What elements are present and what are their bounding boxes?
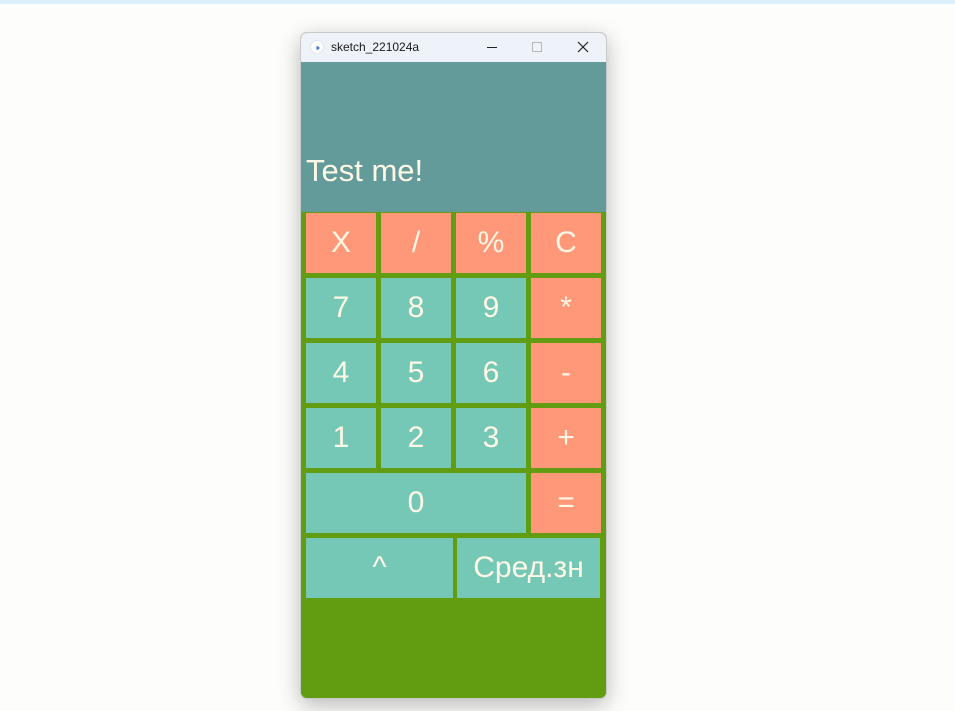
digit-5-button[interactable]: 5 — [381, 343, 451, 403]
digit-6-button[interactable]: 6 — [456, 343, 526, 403]
digit-0-button[interactable]: 0 — [306, 473, 526, 533]
digit-8-button[interactable]: 8 — [381, 278, 451, 338]
minimize-icon — [487, 47, 497, 48]
processing-play-icon — [310, 40, 324, 54]
digit-4-button[interactable]: 4 — [306, 343, 376, 403]
close-button[interactable] — [560, 33, 605, 62]
window-title: sketch_221024a — [331, 40, 420, 54]
window-titlebar[interactable]: sketch_221024a — [301, 33, 606, 62]
add-button[interactable]: + — [531, 408, 601, 468]
app-window: sketch_221024a Test me! X / % C 7 8 9 * … — [300, 32, 607, 699]
subtract-button[interactable]: - — [531, 343, 601, 403]
minimize-button[interactable] — [469, 33, 514, 62]
divide-button[interactable]: / — [381, 213, 451, 273]
digit-7-button[interactable]: 7 — [306, 278, 376, 338]
maximize-icon — [532, 42, 542, 52]
clear-entry-button[interactable]: X — [306, 213, 376, 273]
power-button[interactable]: ^ — [306, 538, 453, 598]
multiply-button[interactable]: * — [531, 278, 601, 338]
digit-9-button[interactable]: 9 — [456, 278, 526, 338]
digit-3-button[interactable]: 3 — [456, 408, 526, 468]
percent-button[interactable]: % — [456, 213, 526, 273]
average-button[interactable]: Сред.зн — [457, 538, 600, 598]
calculator-display: Test me! — [301, 62, 606, 212]
close-icon — [577, 41, 589, 53]
display-text: Test me! — [306, 153, 424, 188]
clear-button[interactable]: C — [531, 213, 601, 273]
maximize-button[interactable] — [514, 33, 559, 62]
digit-2-button[interactable]: 2 — [381, 408, 451, 468]
digit-1-button[interactable]: 1 — [306, 408, 376, 468]
equals-button[interactable]: = — [531, 473, 601, 533]
desktop-top-strip — [0, 0, 955, 4]
